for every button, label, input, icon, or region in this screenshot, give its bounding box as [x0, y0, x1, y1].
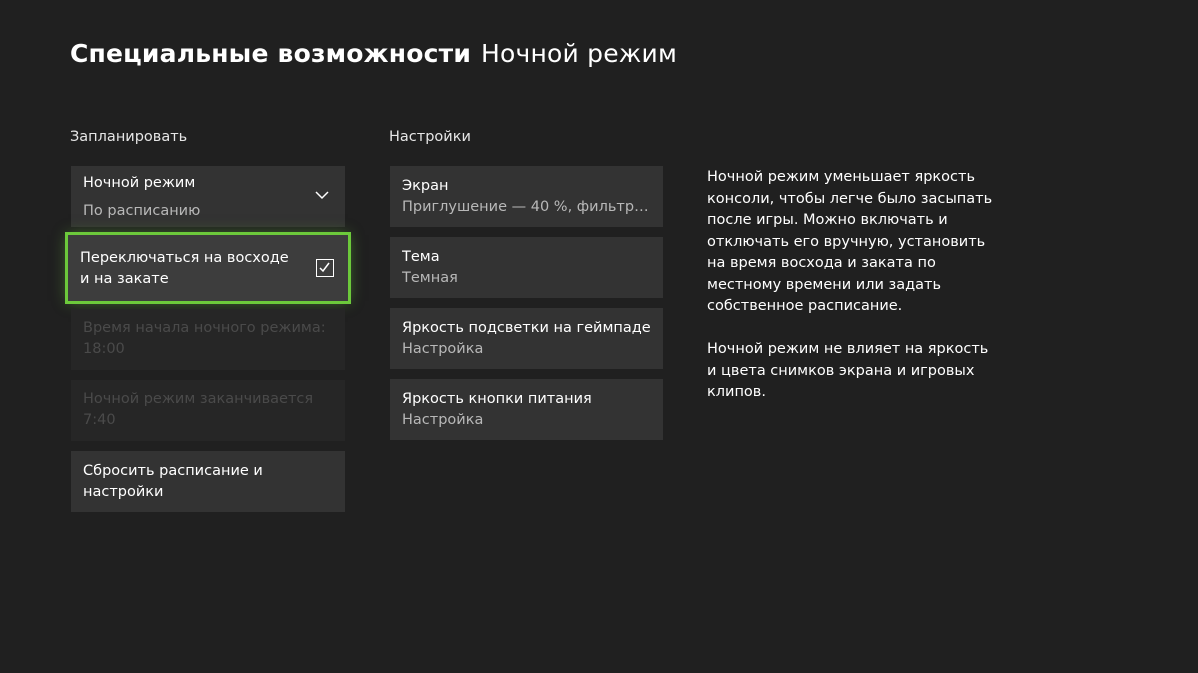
sunrise-sunset-checkbox[interactable]: [316, 259, 334, 277]
night-mode-dropdown[interactable]: Ночной режим По расписанию: [71, 166, 345, 227]
schedule-column-label: Запланировать: [70, 129, 188, 145]
start-time-title: Время начала ночного режима:: [83, 320, 326, 336]
description-paragraph: Ночной режим не влияет на яркость и цвет…: [707, 341, 989, 400]
settings-item-power-button-brightness-value: Настройка: [402, 412, 484, 428]
description-paragraph: Ночной режим уменьшает яркость консоли, …: [707, 169, 993, 314]
page-title: Специальные возможности Ночной режим: [70, 38, 677, 70]
settings-item-power-button-brightness-title: Яркость кнопки питания: [402, 391, 592, 407]
night-mode-screen: Специальные возможности Ночной режим Запл…: [0, 0, 1198, 673]
night-mode-dropdown-title: Ночной режим: [83, 175, 196, 191]
checkmark-icon: [319, 262, 330, 273]
settings-item-theme[interactable]: Тема Темная: [390, 237, 663, 298]
settings-column-label: Настройки: [389, 129, 471, 145]
sunrise-sunset-toggle[interactable]: Переключаться на восходе и на закате: [65, 232, 351, 304]
settings-item-screen-value: Приглушение — 40 %, фильтра...: [402, 199, 651, 215]
settings-item-power-button-brightness[interactable]: Яркость кнопки питания Настройка: [390, 379, 663, 440]
start-time-field: Время начала ночного режима: 18:00: [71, 309, 345, 370]
sunrise-sunset-toggle-label: Переключаться на восходе и на закате: [80, 250, 289, 287]
page-title-subsection: Ночной режим: [481, 39, 678, 68]
settings-item-screen[interactable]: Экран Приглушение — 40 %, фильтра...: [390, 166, 663, 227]
end-time-field: Ночной режим заканчивается 7:40: [71, 380, 345, 441]
end-time-title: Ночной режим заканчивается: [83, 391, 314, 407]
settings-item-theme-value: Темная: [402, 270, 458, 286]
settings-item-theme-title: Тема: [402, 249, 440, 265]
reset-schedule-label: Сбросить расписание и настройки: [83, 463, 263, 500]
settings-item-controller-brightness-value: Настройка: [402, 341, 484, 357]
chevron-down-icon: [315, 191, 329, 200]
night-mode-dropdown-value: По расписанию: [83, 203, 201, 219]
reset-schedule-button[interactable]: Сбросить расписание и настройки: [71, 451, 345, 512]
description-panel: Ночной режим уменьшает яркость консоли, …: [707, 167, 997, 425]
settings-item-controller-brightness-title: Яркость подсветки на геймпаде: [402, 320, 651, 336]
settings-item-screen-title: Экран: [402, 178, 449, 194]
end-time-value: 7:40: [83, 412, 116, 428]
settings-item-controller-brightness[interactable]: Яркость подсветки на геймпаде Настройка: [390, 308, 663, 369]
start-time-value: 18:00: [83, 341, 125, 357]
page-title-section: Специальные возможности: [70, 39, 472, 68]
